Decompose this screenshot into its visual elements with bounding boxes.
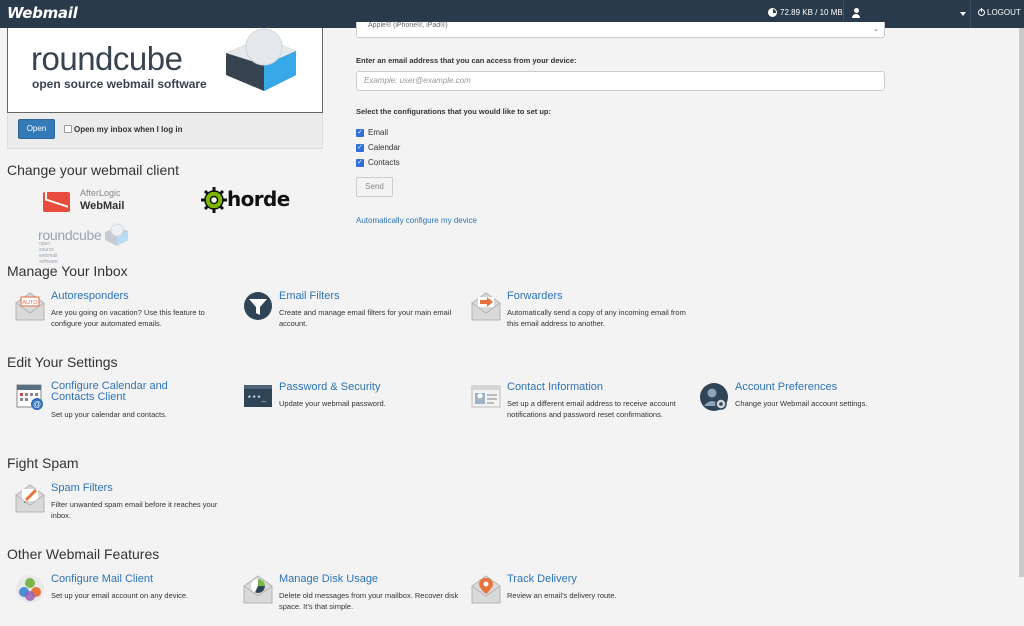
divider [970, 0, 971, 28]
disk-usage-icon [243, 575, 273, 604]
edit-settings-title: Edit Your Settings [7, 354, 118, 370]
autoresponder-icon: AUTO [15, 292, 45, 321]
svg-text:@: @ [33, 400, 41, 409]
password-icon: ***_ [244, 385, 272, 407]
mail-client-icon [16, 575, 44, 603]
config-label: Select the configurations that you would… [356, 107, 552, 116]
disk-usage-text: 72.89 KB / 10 MB [780, 8, 843, 17]
calendar-contacts-icon: @ [16, 384, 43, 410]
manage-disk-usage-link[interactable]: Manage Disk Usage [279, 573, 378, 585]
option-calendar-label: Calendar [368, 143, 401, 152]
email-field-label: Enter an email address that you can acce… [356, 56, 577, 65]
svg-text:AUTO: AUTO [22, 300, 38, 306]
power-icon [978, 8, 985, 16]
afterlogic-label: AfterLogic [80, 188, 121, 198]
track-delivery-link[interactable]: Track Delivery [507, 573, 577, 585]
horde-client-option[interactable]: horde [200, 186, 290, 219]
track-delivery-desc: Review an email’s delivery route. [507, 591, 617, 600]
configure-mail-client-link[interactable]: Configure Mail Client [51, 573, 153, 585]
device-email-input[interactable]: Example: user@example.com [356, 71, 885, 91]
option-calendar[interactable]: ✓ Calendar [356, 143, 400, 152]
checkbox-checked-icon: ✓ [356, 143, 364, 152]
webmail-logo[interactable]: Webmail [7, 4, 78, 22]
afterlogic-webmail-label: WebMail [80, 200, 125, 212]
spam-filters-link[interactable]: Spam Filters [51, 482, 113, 494]
open-on-login-checkbox[interactable] [64, 125, 72, 133]
email-filter-icon [244, 292, 272, 320]
option-email-label: Email [368, 128, 389, 137]
calendar-contacts-link[interactable]: Configure Calendar and Contacts Client [51, 381, 201, 403]
autoresponders-desc: Are you going on vacation? Use this feat… [51, 308, 205, 328]
spam-filter-icon [15, 484, 45, 513]
autoresponders-link[interactable]: Autoresponders [51, 290, 129, 302]
fight-spam-title: Fight Spam [7, 455, 79, 471]
send-button[interactable]: Send [356, 177, 393, 197]
roundcube-small-icon [105, 223, 128, 246]
open-client-row: Open Open my inbox when I log in [7, 113, 323, 149]
contact-information-desc: Set up a different email address to rece… [507, 399, 676, 419]
email-filters-link[interactable]: Email Filters [279, 290, 340, 302]
option-contacts-label: Contacts [368, 158, 400, 167]
disk-usage-indicator[interactable]: 72.89 KB / 10 MB [768, 8, 843, 17]
contact-information-link[interactable]: Contact Information [507, 381, 603, 393]
open-button[interactable]: Open [18, 119, 55, 139]
roundcube-logo-subtitle: open source webmail software [32, 77, 207, 91]
horde-label: horde [227, 187, 290, 211]
password-security-link[interactable]: Password & Security [279, 381, 380, 393]
auto-configure-link[interactable]: Automatically configure my device [356, 216, 477, 225]
roundcube-small-sub: open source webmail software [39, 241, 58, 265]
configure-mail-client-desc: Set up your email account on any device. [51, 591, 189, 600]
option-contacts[interactable]: ✓ Contacts [356, 158, 400, 167]
device-select-value: Apple® (iPhone®, iPad®) [368, 22, 448, 29]
account-preferences-link[interactable]: Account Preferences [735, 381, 837, 393]
change-client-title: Change your webmail client [7, 162, 179, 178]
roundcube-client-panel[interactable]: roundcube open source webmail software [7, 28, 323, 113]
spam-filters-desc: Filter unwanted spam email before it rea… [51, 500, 218, 520]
chevron-down-icon: ⌄ [873, 26, 879, 33]
calendar-contacts-desc: Set up your calendar and contacts. [51, 410, 167, 419]
logout-label: LOGOUT [987, 8, 1021, 17]
logout-button[interactable]: LOGOUT [978, 8, 1021, 17]
horde-gear-icon [201, 187, 227, 213]
device-select[interactable]: Apple® (iPhone®, iPad®) ⌄ [356, 22, 885, 38]
checkbox-checked-icon: ✓ [356, 128, 364, 137]
manage-inbox-title: Manage Your Inbox [7, 263, 128, 279]
user-icon[interactable] [852, 8, 860, 18]
forwarders-link[interactable]: Forwarders [507, 290, 563, 302]
manage-disk-usage-desc: Delete old messages from your mailbox. R… [279, 591, 459, 611]
roundcube-logo-icon [226, 28, 296, 91]
contact-info-icon [471, 385, 501, 408]
account-preferences-icon [700, 383, 728, 411]
envelope-icon [43, 192, 70, 212]
email-filters-desc: Create and manage email filters for your… [279, 308, 452, 328]
forwarder-icon [471, 292, 501, 321]
password-security-desc: Update your webmail password. [279, 399, 386, 408]
open-on-login-label: Open my inbox when I log in [74, 125, 183, 134]
roundcube-logo-title: roundcube [31, 40, 183, 77]
track-delivery-icon [471, 575, 501, 604]
svg-text:***_: ***_ [247, 395, 266, 404]
checkbox-checked-icon: ✓ [356, 158, 364, 167]
user-menu-dropdown[interactable] [960, 12, 966, 16]
account-preferences-desc: Change your Webmail account settings. [735, 399, 868, 408]
forwarders-desc: Automatically send a copy of any incomin… [507, 308, 686, 328]
disk-usage-icon [768, 8, 777, 17]
option-email[interactable]: ✓ Email [356, 128, 388, 137]
other-features-title: Other Webmail Features [7, 546, 160, 562]
page-scrollbar[interactable] [1019, 28, 1024, 577]
